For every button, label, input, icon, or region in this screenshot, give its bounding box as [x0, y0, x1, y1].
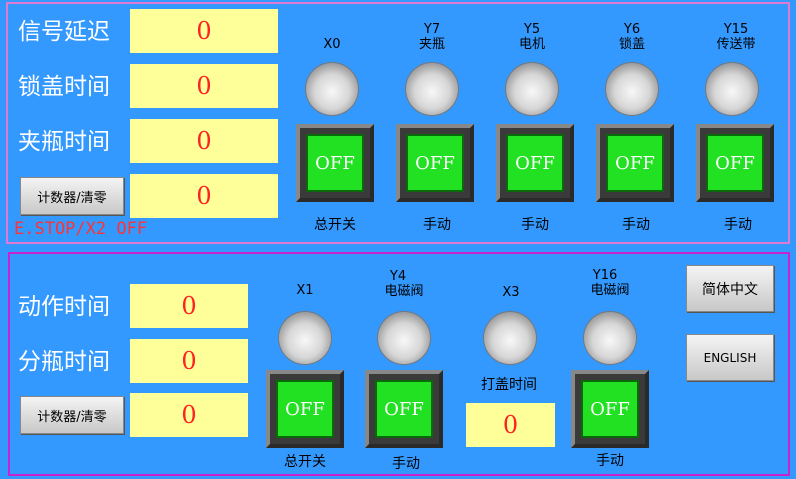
bottle-split-time-label: 分瓶时间 — [18, 349, 110, 375]
cap-lock-time-label: 锁盖时间 — [18, 74, 110, 100]
x0-switch-face: OFF — [306, 134, 364, 192]
x0-address: X0 — [323, 37, 341, 52]
y6-switch[interactable]: OFF — [596, 124, 674, 202]
y16-address: Y16 — [592, 268, 618, 283]
y15-address: Y15 — [723, 22, 749, 37]
y5-switch-face: OFF — [506, 134, 564, 192]
x1-switch[interactable]: OFF — [266, 370, 344, 448]
y16-switch-face: OFF — [581, 380, 639, 438]
y15-mode-label: 手动 — [724, 217, 752, 233]
y7-name: 夹瓶 — [418, 37, 445, 52]
y16-lamp — [584, 312, 636, 364]
y5-switch[interactable]: OFF — [496, 124, 574, 202]
x3-lamp — [484, 312, 536, 364]
y4-address: Y4 — [389, 269, 407, 284]
y5-mode-label: 手动 — [521, 217, 549, 233]
y4-switch-face: OFF — [375, 380, 433, 438]
cap-lock-time-value[interactable]: 0 — [130, 64, 278, 108]
cap-striking-time-label: 打盖时间 — [481, 377, 537, 393]
y7-switch[interactable]: OFF — [396, 124, 474, 202]
counter-reset-button-2[interactable]: 计数器/清零 — [20, 396, 124, 434]
x0-switch[interactable]: OFF — [296, 124, 374, 202]
x1-switch-face: OFF — [276, 380, 334, 438]
counter-value: 0 — [130, 174, 278, 218]
x1-address: X1 — [296, 283, 314, 298]
y6-switch-face: OFF — [606, 134, 664, 192]
x0-mode-label: 总开关 — [314, 217, 356, 233]
x1-lamp — [279, 312, 331, 364]
y7-address: Y7 — [423, 22, 441, 37]
y15-switch-face: OFF — [706, 134, 764, 192]
x0-lamp — [306, 63, 358, 115]
language-english-button[interactable]: ENGLISH — [686, 334, 774, 381]
y7-switch-face: OFF — [406, 134, 464, 192]
y15-name: 传送带 — [716, 37, 756, 52]
y7-mode-label: 手动 — [423, 217, 451, 233]
clamp-time-value[interactable]: 0 — [130, 119, 278, 163]
y6-address: Y6 — [623, 22, 641, 37]
y5-lamp — [506, 63, 558, 115]
estop-status: E.STOP/X2 OFF — [14, 219, 148, 239]
y4-lamp — [378, 312, 430, 364]
y6-name: 锁盖 — [618, 37, 645, 52]
x1-mode-label: 总开关 — [284, 454, 326, 470]
x3-address: X3 — [502, 285, 520, 300]
y4-name: 电磁阀 — [384, 284, 424, 299]
y16-switch[interactable]: OFF — [571, 370, 649, 448]
y16-mode-label: 手动 — [596, 453, 624, 469]
y7-lamp — [406, 63, 458, 115]
y5-address: Y5 — [523, 22, 541, 37]
action-time-value[interactable]: 0 — [130, 284, 248, 328]
signal-delay-value[interactable]: 0 — [130, 9, 278, 53]
clamp-time-label: 夹瓶时间 — [18, 129, 110, 155]
y4-switch[interactable]: OFF — [365, 370, 443, 448]
counter-reset-button[interactable]: 计数器/清零 — [20, 177, 124, 215]
y16-name: 电磁阀 — [590, 283, 630, 298]
cap-striking-time-value[interactable]: 0 — [466, 403, 555, 447]
y6-lamp — [606, 63, 658, 115]
y6-mode-label: 手动 — [622, 217, 650, 233]
y5-name: 电机 — [518, 37, 545, 52]
signal-delay-label: 信号延迟 — [18, 19, 110, 45]
y15-switch[interactable]: OFF — [696, 124, 774, 202]
bottle-split-time-value[interactable]: 0 — [130, 339, 248, 383]
language-chinese-button[interactable]: 简体中文 — [686, 265, 774, 312]
counter-value-2: 0 — [130, 393, 248, 437]
y4-mode-label: 手动 — [392, 456, 420, 472]
y15-lamp — [706, 63, 758, 115]
action-time-label: 动作时间 — [18, 294, 110, 320]
